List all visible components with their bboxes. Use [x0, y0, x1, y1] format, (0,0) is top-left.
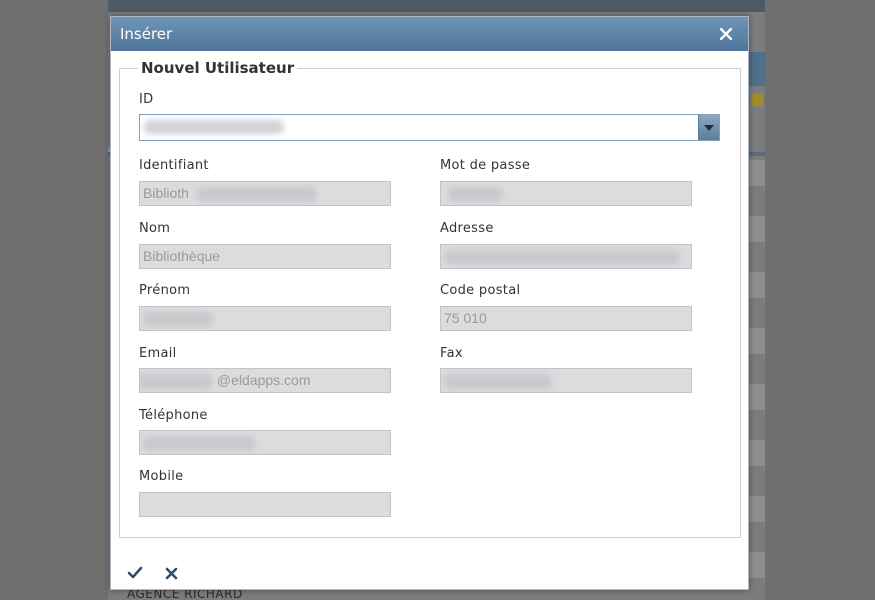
background-grid-row: [748, 272, 765, 298]
chevron-down-icon[interactable]: [698, 115, 719, 140]
fax-label: Fax: [440, 346, 463, 361]
id-select[interactable]: [139, 114, 720, 141]
identifiant-value: Biblioth: [143, 185, 189, 201]
background-topbar: [108, 0, 765, 12]
code-postal-field[interactable]: 75 010: [440, 306, 692, 331]
telephone-label: Téléphone: [139, 408, 208, 423]
redacted-text: [140, 373, 213, 389]
background-grid-row: [748, 160, 765, 186]
background-grid-row: [748, 328, 765, 354]
prenom-label: Prénom: [139, 283, 191, 298]
adresse-field[interactable]: [440, 244, 692, 269]
nom-value: Bibliothèque: [143, 248, 221, 264]
dialog-title: Insérer: [120, 25, 173, 43]
nom-field[interactable]: Bibliothèque: [139, 244, 391, 269]
nom-label: Nom: [139, 221, 171, 236]
redacted-text: [448, 186, 503, 202]
identifiant-label: Identifiant: [139, 158, 209, 173]
background-grid-header: [748, 52, 765, 86]
email-label: Email: [139, 346, 177, 361]
background-grid-row: [748, 440, 765, 466]
background-grid-row: [748, 216, 765, 242]
background-grid-row: [748, 496, 765, 522]
email-field[interactable]: @eldapps.com: [139, 368, 391, 393]
checkmark-icon[interactable]: [125, 563, 145, 583]
background-toolbar-icon: [751, 94, 763, 106]
fax-field[interactable]: [440, 368, 692, 393]
code-postal-value: 75 010: [444, 310, 487, 326]
redacted-text: [143, 435, 255, 451]
identifiant-field[interactable]: Biblioth: [139, 181, 391, 206]
background-grid-row: [748, 384, 765, 410]
mot-de-passe-field[interactable]: [440, 181, 692, 206]
redacted-text: [444, 249, 680, 265]
id-select-value-redacted: [144, 120, 284, 134]
redacted-text: [444, 373, 552, 389]
background-grid-row: [748, 552, 765, 578]
mobile-field[interactable]: [139, 492, 391, 517]
prenom-field[interactable]: [139, 306, 391, 331]
redacted-text: [143, 311, 213, 327]
redacted-text: [196, 186, 317, 202]
email-value: @eldapps.com: [216, 372, 311, 388]
telephone-field[interactable]: [139, 430, 391, 455]
adresse-label: Adresse: [440, 221, 494, 236]
mobile-label: Mobile: [139, 469, 184, 484]
mot-de-passe-label: Mot de passe: [440, 158, 531, 173]
code-postal-label: Code postal: [440, 283, 521, 298]
id-label: ID: [139, 92, 154, 107]
dialog-titlebar[interactable]: Insérer: [111, 17, 748, 51]
close-icon[interactable]: [716, 24, 736, 44]
cross-icon[interactable]: [161, 563, 181, 583]
form-legend: Nouvel Utilisateur: [141, 59, 295, 77]
insert-dialog: Insérer Nouvel Utilisateur ID Identifian…: [110, 16, 749, 590]
